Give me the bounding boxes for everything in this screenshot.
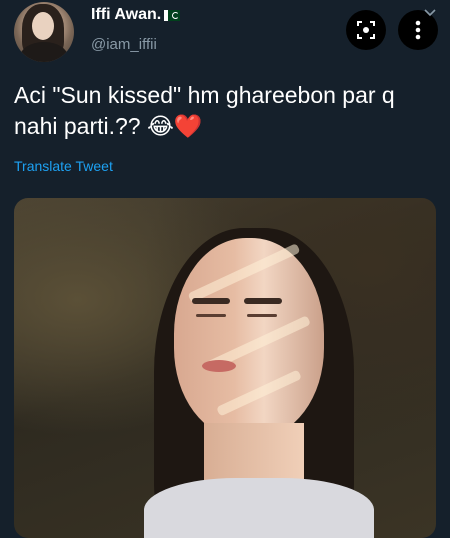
- tweet-text: Aci "Sun kissed" hm ghareebon par q nahi…: [14, 82, 395, 139]
- avatar[interactable]: [14, 2, 74, 62]
- tweet-photo[interactable]: [14, 198, 436, 538]
- chevron-down-icon[interactable]: [424, 6, 436, 20]
- display-name[interactable]: Iffi Awan.: [91, 6, 161, 24]
- more-vertical-icon: [415, 20, 421, 40]
- display-name-row[interactable]: Iffi Awan.: [91, 6, 181, 24]
- scan-icon: [357, 21, 375, 39]
- scan-button[interactable]: [346, 10, 386, 50]
- avatar-face: [32, 12, 54, 40]
- translate-tweet-link[interactable]: Translate Tweet: [14, 158, 113, 174]
- pakistan-flag-icon: [164, 9, 181, 21]
- user-handle[interactable]: @iam_iffii: [91, 36, 157, 53]
